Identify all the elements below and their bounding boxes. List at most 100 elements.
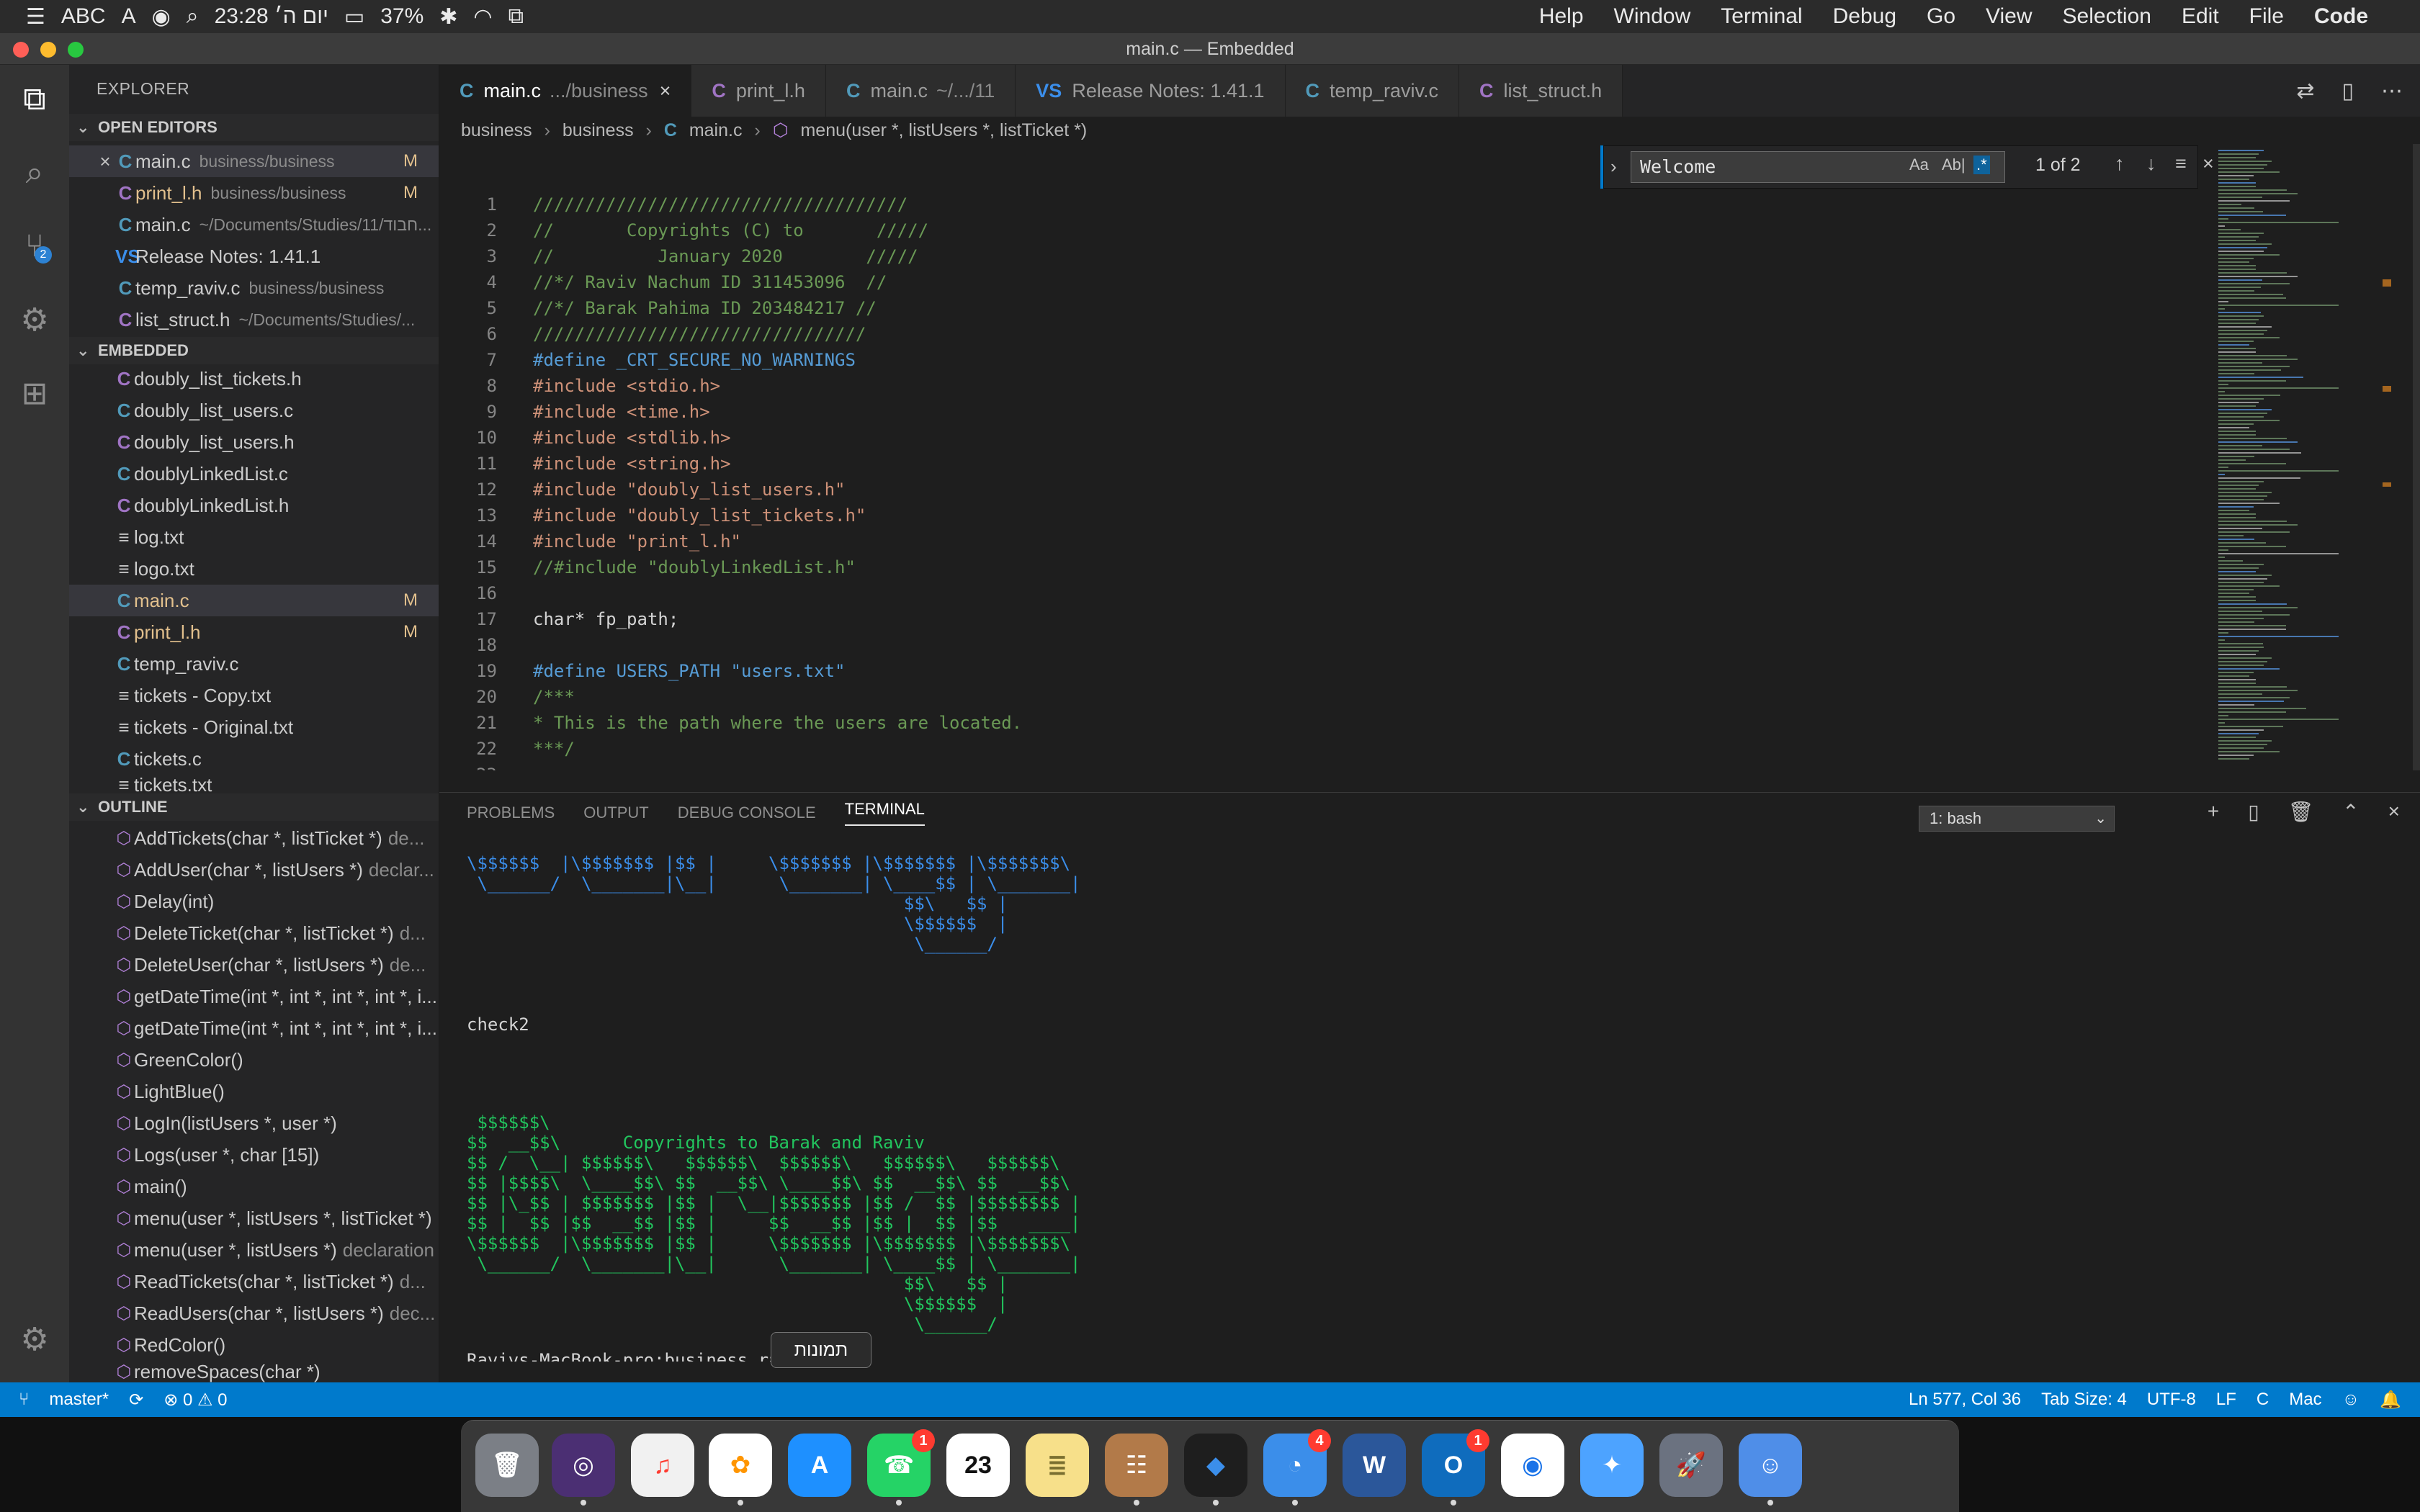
file-item[interactable]: Cdoubly_list_users.h [69, 426, 439, 458]
sync-icon[interactable]: ⟳ [129, 1390, 143, 1410]
file-item[interactable]: Ctickets.c [69, 743, 439, 775]
file-item[interactable]: Cprint_l.h M [69, 616, 439, 648]
breadcrumb-symbol[interactable]: menu(user *, listUsers *, listTicket *) [800, 120, 1087, 140]
file-item[interactable]: ≡ tickets - Copy.txt [69, 680, 439, 711]
input-source-abc[interactable]: ABC [61, 4, 106, 29]
tab-main-c-business[interactable]: C main.c .../business × [439, 65, 692, 117]
file-item[interactable]: ≡ tickets.txt [69, 775, 439, 795]
arrow-up-icon[interactable]: ↑ [2115, 153, 2125, 175]
file-item[interactable]: ≡ log.txt [69, 521, 439, 553]
cursor-position[interactable]: Ln 577, Col 36 [1909, 1390, 2021, 1410]
breadcrumb-business[interactable]: business [563, 120, 634, 140]
photos-icon[interactable]: ✿ [709, 1434, 772, 1506]
problems-count[interactable]: ⊗ 0 ⚠ 0 [163, 1390, 227, 1410]
launchpad-icon[interactable]: 🚀 [1659, 1434, 1723, 1497]
file-item[interactable]: CdoublyLinkedList.h [69, 490, 439, 521]
menu-code[interactable]: Code [2314, 4, 2368, 29]
match-case-toggle[interactable]: Aa [1909, 156, 1929, 174]
tab-release-notes[interactable]: VS Release Notes: 1.41.1 [1016, 65, 1286, 117]
search-icon[interactable]: ⌕ [187, 4, 199, 29]
siri-icon[interactable]: ◉ [152, 4, 171, 30]
open-editor-item[interactable]: × C main.c business/business M [69, 145, 439, 177]
tab-temp-raviv-c[interactable]: C temp_raviv.c [1285, 65, 1460, 117]
file-item[interactable]: Cmain.c M [69, 585, 439, 616]
outline-item[interactable]: ⬡ AddUser(char *, listUsers *) declar... [69, 854, 439, 886]
input-source-a[interactable]: A [122, 4, 136, 29]
open-editor-item[interactable]: C print_l.h business/business M [69, 177, 439, 209]
finder-icon[interactable]: ☺ [1739, 1434, 1802, 1506]
outline-item[interactable]: ⬡ RedColor() [69, 1329, 439, 1361]
screen-mirroring-icon[interactable]: ⧉ [508, 4, 524, 29]
tab-debug-console[interactable]: DEBUG CONSOLE [678, 804, 816, 822]
platform[interactable]: Mac [2289, 1390, 2321, 1410]
music-icon[interactable]: ♫ [631, 1434, 694, 1497]
open-editor-item[interactable]: VS Release Notes: 1.41.1 [69, 240, 439, 272]
encoding[interactable]: UTF-8 [2147, 1390, 2196, 1410]
bluetooth-icon[interactable]: ✱ [439, 4, 457, 30]
terminal-selector[interactable]: 1: bash ⌄ [1919, 806, 2115, 832]
open-editor-item[interactable]: C main.c ~/Documents/Studies/11/חבוד... [69, 209, 439, 240]
outline-item[interactable]: ⬡ LightBlue() [69, 1076, 439, 1107]
close-icon[interactable]: × [2202, 153, 2214, 175]
close-icon[interactable]: × [95, 150, 115, 173]
compare-icon[interactable]: ⇄ [2296, 78, 2314, 104]
outline-item[interactable]: ⬡ getDateTime(int *, int *, int *, int *,… [69, 981, 439, 1012]
split-terminal-icon[interactable]: ▯ [2248, 800, 2259, 829]
notes-icon[interactable]: ≣ [1026, 1434, 1089, 1497]
settings-gear-icon[interactable]: ⚙ [13, 1318, 56, 1361]
tab-main-c-11[interactable]: C main.c ~/.../11 [825, 65, 1016, 117]
menu-go[interactable]: Go [1927, 4, 1955, 29]
search-view-icon[interactable]: ⌕ [13, 151, 56, 194]
more-actions-icon[interactable]: ⋯ [2381, 78, 2403, 104]
file-item[interactable]: ≡ logo.txt [69, 553, 439, 585]
embedded-section-header[interactable]: ⌄ EMBEDDED [69, 337, 439, 364]
file-item[interactable]: CdoublyLinkedList.c [69, 458, 439, 490]
menu-edit[interactable]: Edit [2182, 4, 2219, 29]
menu-selection[interactable]: Selection [2063, 4, 2151, 29]
trash-icon[interactable]: 🗑 [475, 1434, 539, 1497]
calendar-icon[interactable]: 23 [946, 1434, 1010, 1497]
tab-print-l-h[interactable]: C print_l.h [691, 65, 826, 117]
tab-list-struct-h[interactable]: C list_struct.h [1459, 65, 1623, 117]
extensions-icon[interactable]: ⊞ [13, 372, 56, 415]
line-ending[interactable]: LF [2216, 1390, 2236, 1410]
outline-item[interactable]: ⬡ GreenColor() [69, 1044, 439, 1076]
outline-item[interactable]: ⬡ Logs(user *, char [15]) [69, 1139, 439, 1171]
outline-item[interactable]: ⬡ DeleteUser(char *, listUsers *) de... [69, 949, 439, 981]
safari-icon[interactable]: ✦ [1580, 1434, 1644, 1497]
close-icon[interactable]: × [2388, 800, 2400, 829]
terminal-output[interactable]: \$$$$$$ |\$$$$$$$ |$$ | \$$$$$$$ |\$$$$$… [467, 850, 2339, 1362]
app-store-icon[interactable]: A [788, 1434, 851, 1497]
chevron-up-icon[interactable]: ⌃ [2342, 800, 2359, 829]
selection-icon[interactable]: ≡ [2175, 153, 2187, 175]
split-editor-icon[interactable]: ▯ [2341, 78, 2354, 104]
menu-debug[interactable]: Debug [1833, 4, 1896, 29]
outline-item[interactable]: ⬡ DeleteTicket(char *, listTicket *) d... [69, 917, 439, 949]
code-editor[interactable]: 1 //////////////////////////////////// 2 /… [439, 192, 2204, 770]
trash-icon[interactable]: 🗑 [2288, 800, 2314, 829]
close-icon[interactable]: × [660, 80, 671, 102]
outline-section-header[interactable]: ⌄ OUTLINE [69, 793, 439, 821]
outline-item[interactable]: ⬡ ReadUsers(char *, listUsers *) dec... [69, 1297, 439, 1329]
word-icon[interactable]: W [1343, 1434, 1406, 1497]
battery-icon[interactable]: ▭ [344, 4, 364, 30]
arrow-down-icon[interactable]: ↓ [2146, 153, 2156, 175]
breadcrumb-business[interactable]: business [461, 120, 532, 140]
language-mode[interactable]: C [2257, 1390, 2269, 1410]
outlook-icon[interactable]: O1 [1422, 1429, 1489, 1506]
menu-file[interactable]: File [2249, 4, 2284, 29]
bell-icon[interactable]: 🔔 [2380, 1390, 2401, 1410]
open-editor-item[interactable]: C temp_raviv.c business/business [69, 272, 439, 304]
file-item[interactable]: Ctemp_raviv.c [69, 648, 439, 680]
menu-lines-icon[interactable]: ☰ [26, 4, 45, 30]
chrome-icon[interactable]: ◉ [1501, 1434, 1564, 1497]
debug-icon[interactable]: ⚙ [13, 298, 56, 341]
outline-item[interactable]: ⬡ menu(user *, listUsers *) declaration [69, 1234, 439, 1266]
whatsapp-icon[interactable]: ☎ 1 [867, 1429, 935, 1506]
contacts-icon[interactable]: ☷ [1105, 1434, 1168, 1506]
vscode-icon[interactable]: ◆ [1184, 1434, 1247, 1506]
smile-icon[interactable]: ☺ [2342, 1390, 2360, 1410]
outline-item[interactable]: ⬡ ReadTickets(char *, listTicket *) d... [69, 1266, 439, 1297]
menu-help[interactable]: Help [1539, 4, 1584, 29]
plus-icon[interactable]: + [2208, 800, 2219, 829]
